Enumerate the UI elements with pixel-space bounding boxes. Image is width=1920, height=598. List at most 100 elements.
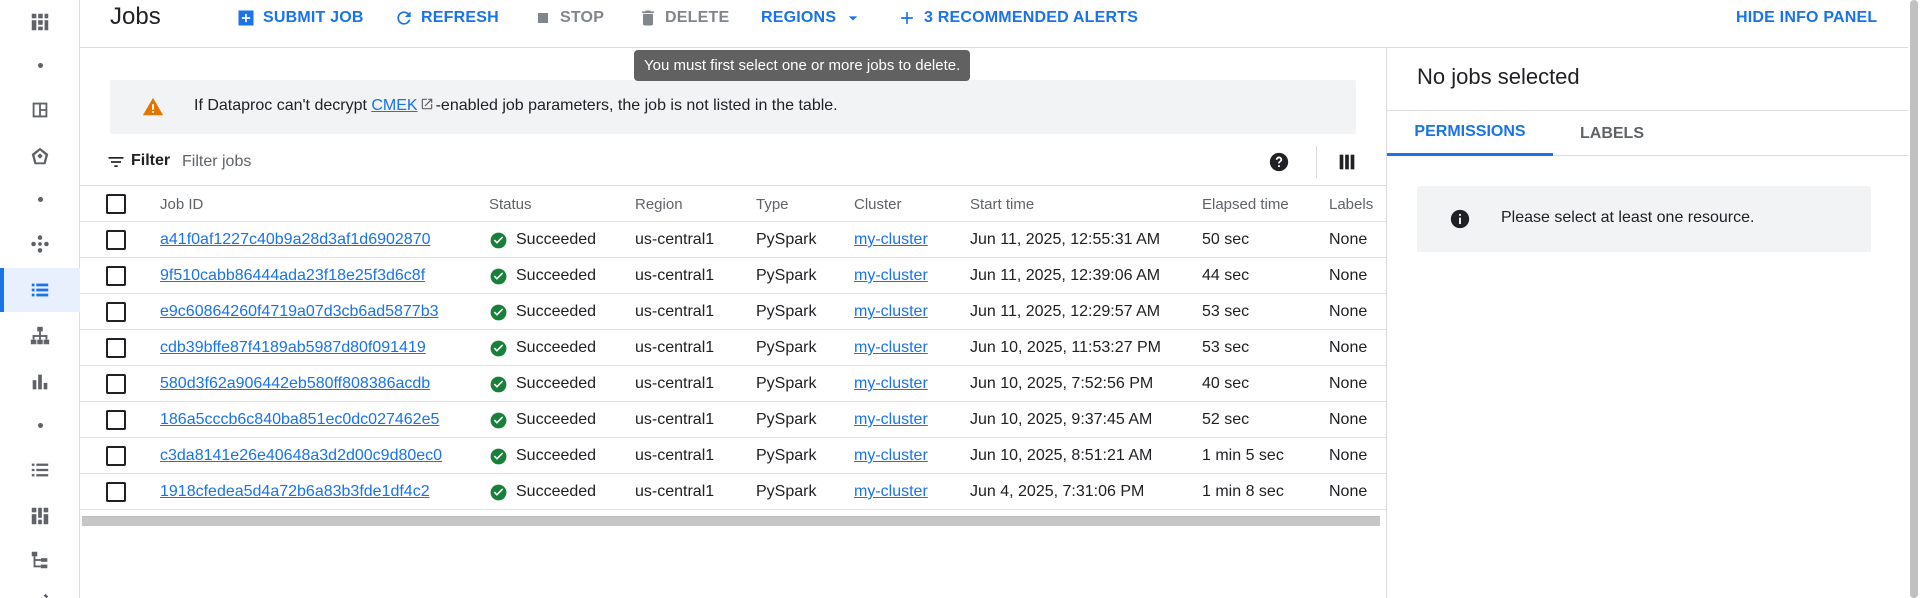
- type-cell: PySpark: [756, 303, 817, 320]
- status-cell: Succeeded: [489, 438, 596, 474]
- row-checkbox[interactable]: [106, 446, 126, 466]
- bar-chart-icon[interactable]: [0, 360, 80, 404]
- horizontal-scrollbar[interactable]: [82, 516, 1380, 526]
- layout-icon[interactable]: [0, 88, 80, 132]
- hierarchy-icon[interactable]: [0, 314, 80, 358]
- row-checkbox[interactable]: [106, 266, 126, 286]
- status-cell: Succeeded: [489, 402, 596, 438]
- refresh-label: REFRESH: [421, 9, 499, 26]
- cluster-link[interactable]: my-cluster: [854, 303, 928, 321]
- header-status[interactable]: Status: [489, 186, 532, 222]
- filter-icon[interactable]: [106, 152, 126, 172]
- row-checkbox[interactable]: [106, 410, 126, 430]
- labels-cell: None: [1329, 231, 1368, 248]
- table-row: a41f0af1227c40b9a28d3af1d6902870 Succeed…: [80, 222, 1386, 258]
- cluster-link[interactable]: my-cluster: [854, 339, 928, 357]
- workflow-icon[interactable]: [0, 222, 80, 266]
- status-cell: Succeeded: [489, 294, 596, 330]
- stop-button[interactable]: STOP: [533, 7, 604, 29]
- help-icon[interactable]: [1268, 151, 1290, 173]
- cluster-link[interactable]: my-cluster: [854, 411, 928, 429]
- job-id-link[interactable]: 186a5cccb6c840ba851ec0dc027462e5: [160, 411, 439, 429]
- type-cell: PySpark: [756, 267, 817, 284]
- filter-jobs-input[interactable]: [182, 148, 982, 176]
- recommended-alerts-button[interactable]: 3 RECOMMENDED ALERTS: [897, 7, 1138, 29]
- row-checkbox[interactable]: [106, 374, 126, 394]
- cluster-link[interactable]: my-cluster: [854, 483, 928, 501]
- banner-message: If Dataproc can't decrypt CMEK -enabled j…: [194, 97, 838, 115]
- stop-label: STOP: [560, 9, 605, 26]
- submit-job-label: SUBMIT JOB: [263, 9, 364, 26]
- header-labels[interactable]: Labels: [1329, 186, 1373, 222]
- status-text: Succeeded: [516, 303, 597, 320]
- column-display-icon[interactable]: [1336, 151, 1358, 173]
- cmek-link[interactable]: CMEK: [371, 97, 417, 114]
- job-id-link[interactable]: 1918cfedea5d4a72b6a83b3fde1df4c2: [160, 483, 430, 501]
- list-icon[interactable]: [0, 448, 80, 492]
- cluster-link[interactable]: my-cluster: [854, 375, 928, 393]
- dashboard-icon[interactable]: [0, 0, 80, 44]
- hide-info-panel-button[interactable]: HIDE INFO PANEL: [1736, 7, 1877, 29]
- check-circle-icon: [490, 232, 507, 248]
- tree-icon[interactable]: [0, 538, 80, 582]
- header-start-time[interactable]: Start time: [970, 186, 1034, 222]
- job-id-link[interactable]: a41f0af1227c40b9a28d3af1d6902870: [160, 231, 431, 249]
- status-text: Succeeded: [516, 483, 597, 500]
- job-id-link[interactable]: c3da8141e26e40648a3d2d00c9d80ec0: [160, 447, 442, 465]
- banner-text-before: If Dataproc can't decrypt: [194, 97, 372, 114]
- spark-icon[interactable]: [0, 134, 80, 178]
- regions-dropdown[interactable]: REGIONS: [761, 7, 863, 29]
- jobs-main: If Dataproc can't decrypt CMEK -enabled j…: [80, 48, 1386, 598]
- warning-icon: [142, 97, 164, 116]
- elapsed-time-cell: 40 sec: [1202, 375, 1250, 392]
- region-cell: us-central1: [635, 483, 715, 500]
- start-time-cell: Jun 10, 2025, 11:53:27 PM: [970, 339, 1161, 356]
- cluster-link[interactable]: my-cluster: [854, 267, 928, 285]
- delete-tooltip: You must first select one or more jobs t…: [634, 50, 971, 81]
- submit-job-button[interactable]: SUBMIT JOB: [236, 7, 364, 29]
- banner-text-after: -enabled job parameters, the job is not …: [435, 97, 838, 114]
- rail-dot-separator: [38, 197, 43, 202]
- row-checkbox[interactable]: [106, 482, 126, 502]
- check-circle-icon: [490, 304, 507, 320]
- row-checkbox[interactable]: [106, 338, 126, 358]
- table-row: 9f510cabb86444ada23f18e25f3d6c8f Succeed…: [80, 258, 1386, 294]
- row-checkbox[interactable]: [106, 230, 126, 250]
- region-cell: us-central1: [635, 231, 715, 248]
- grid-icon[interactable]: [0, 494, 80, 538]
- row-checkbox[interactable]: [106, 302, 126, 322]
- job-id-link[interactable]: 9f510cabb86444ada23f18e25f3d6c8f: [160, 267, 425, 285]
- cluster-link[interactable]: my-cluster: [854, 447, 928, 465]
- cluster-link[interactable]: my-cluster: [854, 231, 928, 249]
- select-all-checkbox[interactable]: [106, 194, 126, 214]
- edit-icon[interactable]: [0, 580, 80, 598]
- tab-permissions[interactable]: PERMISSIONS: [1387, 111, 1553, 156]
- tab-labels[interactable]: LABELS: [1553, 111, 1671, 156]
- labels-cell: None: [1329, 447, 1368, 464]
- labels-cell: None: [1329, 375, 1368, 392]
- header-elapsed-time[interactable]: Elapsed time: [1202, 186, 1289, 222]
- table-row: cdb39bffe87f4189ab5987d80f091419 Succeed…: [80, 330, 1386, 366]
- check-circle-icon: [490, 448, 507, 464]
- vertical-scrollbar[interactable]: [1908, 0, 1920, 598]
- job-id-link[interactable]: cdb39bffe87f4189ab5987d80f091419: [160, 339, 426, 357]
- start-time-cell: Jun 4, 2025, 7:31:06 PM: [970, 483, 1145, 500]
- elapsed-time-cell: 53 sec: [1202, 303, 1250, 320]
- refresh-button[interactable]: REFRESH: [394, 7, 499, 29]
- status-text: Succeeded: [516, 231, 597, 248]
- refresh-icon: [397, 11, 411, 25]
- job-id-link[interactable]: e9c60864260f4719a07d3cb6ad5877b3: [160, 303, 439, 321]
- header-type[interactable]: Type: [756, 186, 789, 222]
- header-region[interactable]: Region: [635, 186, 683, 222]
- header-job-id[interactable]: Job ID: [160, 186, 203, 222]
- check-circle-icon: [490, 376, 507, 392]
- scrollbar-thumb[interactable]: [1910, 0, 1918, 598]
- delete-button[interactable]: DELETE: [638, 7, 729, 29]
- elapsed-time-cell: 1 min 8 sec: [1202, 483, 1284, 500]
- jobs-list-icon[interactable]: [0, 268, 80, 312]
- job-id-link[interactable]: 580d3f62a906442eb580ff808386acdb: [160, 375, 430, 393]
- toolbar-divider: [1316, 146, 1317, 178]
- header-cluster[interactable]: Cluster: [854, 186, 902, 222]
- app: Jobs SUBMIT JOB REFRESH STOP DELETE REGI…: [0, 0, 1920, 598]
- cmek-warning-banner: If Dataproc can't decrypt CMEK -enabled j…: [110, 80, 1356, 134]
